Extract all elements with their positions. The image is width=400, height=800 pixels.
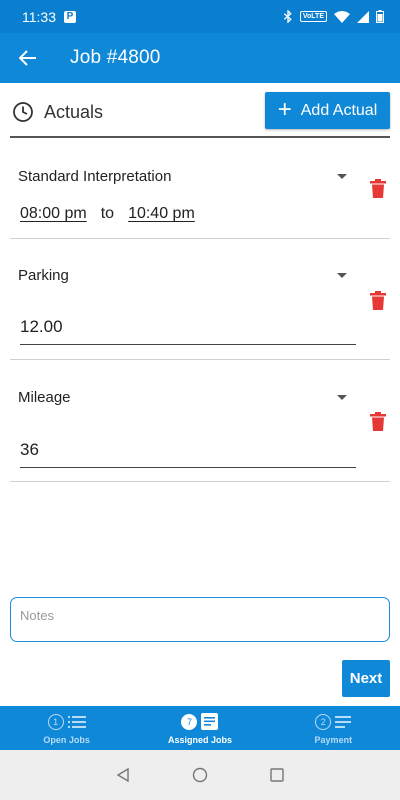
recents-square-icon[interactable] — [270, 768, 284, 782]
notes-icon — [335, 715, 352, 728]
app-bar: Job #4800 — [0, 33, 400, 83]
actual-item-interpretation: Standard Interpretation 08:00 pm to 10:4… — [10, 150, 390, 239]
system-nav-bar — [0, 750, 400, 800]
add-actual-button[interactable]: + Add Actual — [265, 92, 390, 129]
bluetooth-icon — [283, 10, 292, 23]
add-actual-label: Add Actual — [300, 101, 378, 119]
actual-type-select[interactable]: Parking — [18, 267, 69, 284]
nav-label: Payment — [314, 734, 353, 745]
page-title: Job #4800 — [70, 47, 161, 68]
time-range: 08:00 pm to 10:40 pm — [20, 205, 195, 223]
nav-assigned-jobs[interactable]: 7 Assigned Jobs — [133, 706, 266, 750]
to-label: to — [100, 205, 115, 222]
status-icons: VoLTE — [283, 10, 384, 23]
trash-icon[interactable] — [369, 179, 387, 199]
end-time-field[interactable]: 10:40 pm — [128, 205, 195, 223]
actual-item-mileage: Mileage 36 — [10, 360, 390, 482]
trash-icon[interactable] — [369, 412, 387, 432]
mileage-input[interactable]: 36 — [20, 436, 356, 468]
document-icon — [201, 713, 219, 730]
plus-icon: + — [277, 95, 292, 123]
actual-item-parking: Parking 12.00 — [10, 239, 390, 360]
nav-label: Open Jobs — [43, 734, 90, 745]
clock-icon — [13, 102, 33, 122]
list-icon — [67, 715, 86, 728]
caret-down-icon[interactable] — [337, 273, 347, 278]
notification-p-icon: P — [64, 10, 76, 23]
nav-badge: 1 — [47, 713, 64, 730]
start-time-field[interactable]: 08:00 pm — [20, 205, 87, 223]
nav-badge: 2 — [315, 713, 332, 730]
actual-type-select[interactable]: Mileage — [18, 389, 71, 406]
signal-icon — [357, 10, 369, 23]
actuals-header: Actuals + Add Actual — [10, 88, 390, 138]
nav-open-jobs[interactable]: 1 Open Jobs — [0, 706, 133, 750]
status-time: 11:33 — [22, 8, 56, 25]
nav-badge: 7 — [181, 713, 198, 730]
bottom-nav: 1 Open Jobs 7 Assigned Jobs 2 Payment — [0, 706, 400, 750]
back-triangle-icon[interactable] — [116, 768, 130, 782]
nav-label: Assigned Jobs — [167, 734, 232, 745]
trash-icon[interactable] — [369, 291, 387, 311]
next-button[interactable]: Next — [342, 660, 390, 697]
notes-field[interactable]: Notes — [10, 597, 390, 642]
parking-amount-input[interactable]: 12.00 — [20, 313, 356, 345]
actuals-label: Actuals — [44, 101, 104, 122]
back-button[interactable] — [0, 33, 56, 83]
volte-badge: VoLTE — [299, 11, 327, 22]
status-bar: 11:33 P VoLTE — [0, 0, 400, 33]
arrow-left-icon — [19, 50, 36, 66]
caret-down-icon[interactable] — [337, 174, 347, 179]
home-circle-icon[interactable] — [192, 767, 208, 783]
actual-type-select[interactable]: Standard Interpretation — [18, 168, 171, 185]
nav-payment[interactable]: 2 Payment — [267, 706, 400, 750]
wifi-icon — [334, 10, 350, 23]
battery-icon — [376, 10, 384, 23]
caret-down-icon[interactable] — [337, 395, 347, 400]
